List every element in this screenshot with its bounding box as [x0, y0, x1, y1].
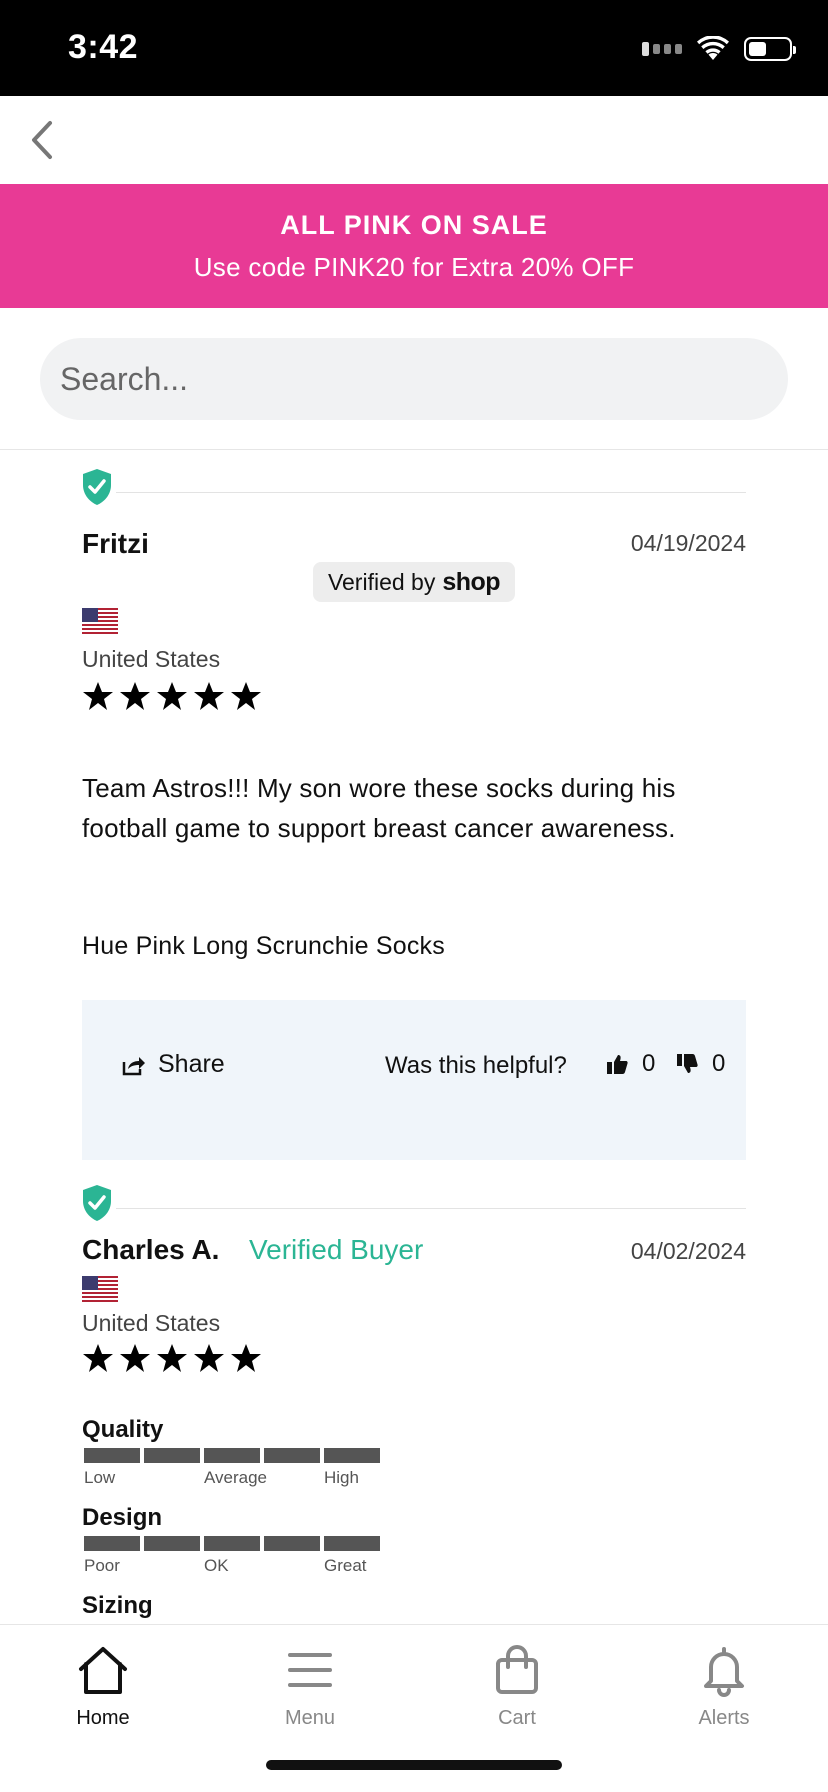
thumbs-up-icon: [607, 1055, 628, 1074]
reviewer-country: United States: [82, 646, 221, 672]
review-divider: [116, 492, 746, 493]
design-label: Design: [82, 1504, 163, 1531]
reviewer-name: Charles A.: [82, 1234, 220, 1265]
tab-cart[interactable]: Cart: [447, 1643, 587, 1730]
tab-home[interactable]: Home: [33, 1643, 173, 1730]
review-divider: [116, 1208, 746, 1209]
scale-low: Poor: [84, 1556, 120, 1575]
us-flag-icon: [82, 1276, 118, 1302]
status-icons: [642, 36, 796, 62]
review-body: Team Astros!!! My son wore these socks d…: [82, 773, 676, 843]
bell-icon: [704, 1647, 744, 1697]
status-time: 3:42: [68, 28, 139, 66]
reviewer-name: Fritzi: [82, 528, 149, 559]
star-icon: [120, 1344, 150, 1372]
verified-shield-icon: [83, 469, 111, 505]
star-icon: [83, 1344, 113, 1372]
scale-mid: OK: [204, 1556, 229, 1575]
review-card: Fritzi 04/19/2024 Verified by shop Unite…: [82, 468, 746, 1168]
star-icon: [157, 1344, 187, 1372]
sizing-label: Sizing: [82, 1592, 153, 1619]
search-input[interactable]: [40, 338, 788, 420]
tab-alerts[interactable]: Alerts: [654, 1643, 794, 1730]
tab-label: Alerts: [698, 1707, 750, 1729]
verified-by-shop-badge: Verified by shop: [313, 562, 515, 602]
review-card: Charles A. Verified Buyer 04/02/2024 Uni…: [82, 1184, 746, 1624]
home-indicator: [266, 1760, 562, 1770]
star-icon: [83, 682, 113, 710]
promo-title: ALL PINK ON SALE: [280, 210, 548, 240]
upvote-count: 0: [642, 1050, 656, 1077]
quality-rating-bar: [84, 1448, 380, 1463]
scale-high: Great: [324, 1556, 367, 1575]
share-button[interactable]: Share: [122, 1050, 225, 1079]
verified-by-text: Verified by: [327, 568, 436, 595]
wifi-icon: [697, 36, 729, 60]
helpful-prompt: Was this helpful?: [385, 1052, 567, 1079]
tab-menu[interactable]: Menu: [240, 1643, 380, 1730]
tab-label: Cart: [498, 1707, 536, 1729]
reviewed-product[interactable]: Hue Pink Long Scrunchie Socks: [82, 932, 445, 961]
scale-mid: Average: [204, 1468, 268, 1487]
cellular-signal-icon: [642, 42, 682, 56]
star-icon: [157, 682, 187, 710]
downvote-count: 0: [712, 1050, 726, 1077]
menu-icon: [288, 1653, 332, 1687]
design-rating-bar: [84, 1536, 380, 1551]
chevron-left-icon: [32, 121, 52, 159]
review-date: 04/19/2024: [630, 530, 746, 556]
quality-label: Quality: [82, 1416, 164, 1443]
status-bar: 3:42: [0, 0, 828, 96]
back-button[interactable]: [22, 116, 62, 164]
search-bar: [0, 308, 828, 450]
verified-shield-icon: [83, 1185, 111, 1221]
verified-buyer-badge: Verified Buyer: [249, 1234, 424, 1265]
battery-icon: [744, 37, 796, 61]
star-icon: [231, 1344, 261, 1372]
home-icon: [79, 1647, 127, 1694]
cart-icon: [496, 1645, 538, 1694]
tab-label: Menu: [284, 1707, 336, 1729]
promo-subtitle: Use code PINK20 for Extra 20% OFF: [193, 252, 635, 282]
star-rating: [82, 1342, 262, 1374]
share-label: Share: [158, 1050, 225, 1078]
reviewer-country: United States: [82, 1310, 221, 1336]
share-icon: [122, 1056, 145, 1075]
review-date: 04/02/2024: [630, 1238, 746, 1264]
star-icon: [120, 682, 150, 710]
promo-banner[interactable]: ALL PINK ON SALE Use code PINK20 for Ext…: [0, 184, 828, 308]
star-icon: [194, 682, 224, 710]
review-actions: Share Was this helpful? 0 0: [82, 1000, 746, 1160]
star-rating: [82, 680, 262, 712]
scale-low: Low: [84, 1468, 116, 1487]
star-icon: [231, 682, 261, 710]
reviews-list: Fritzi 04/19/2024 Verified by shop Unite…: [0, 450, 828, 1624]
star-icon: [194, 1344, 224, 1372]
nav-header: [0, 96, 828, 184]
thumbs-down-icon: [677, 1054, 698, 1073]
tab-label: Home: [76, 1707, 130, 1729]
upvote-button[interactable]: 0: [606, 1050, 655, 1078]
scale-high: High: [324, 1468, 359, 1487]
shop-logo: shop: [442, 567, 501, 596]
us-flag-icon: [82, 608, 118, 634]
downvote-button[interactable]: 0: [676, 1050, 725, 1078]
